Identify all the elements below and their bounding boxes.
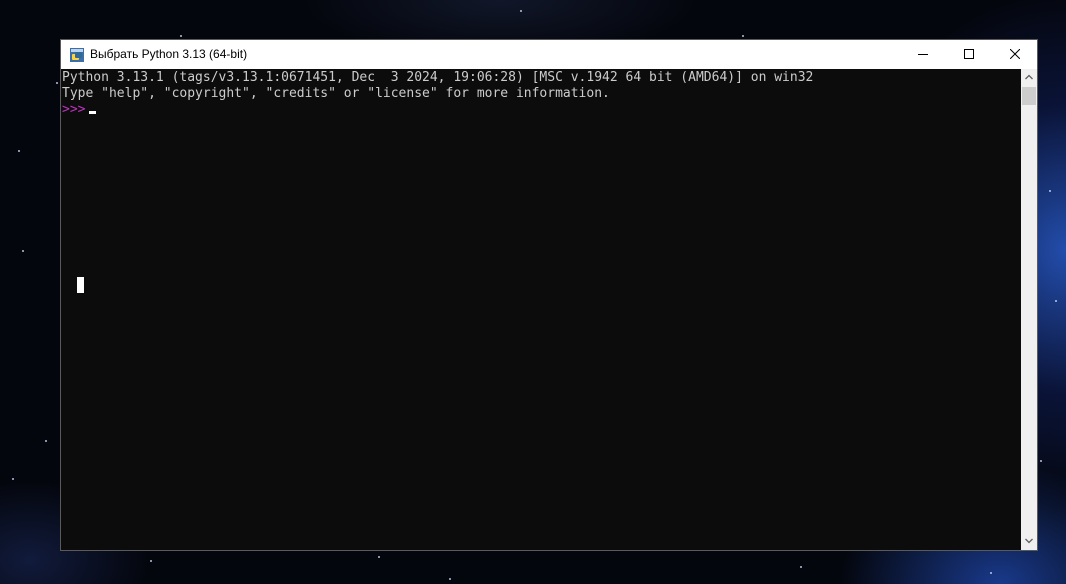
maximize-icon — [964, 49, 974, 59]
close-icon — [1010, 49, 1020, 59]
star — [150, 560, 152, 562]
star — [1049, 190, 1051, 192]
star — [56, 82, 58, 84]
console-output-area[interactable]: Python 3.13.1 (tags/v3.13.1:0671451, Dec… — [61, 69, 1021, 550]
scrollbar-thumb[interactable] — [1022, 87, 1036, 105]
repl-prompt: >>> — [62, 102, 86, 117]
scroll-down-button[interactable] — [1021, 533, 1037, 550]
chevron-up-icon — [1025, 74, 1033, 80]
vertical-scrollbar[interactable] — [1021, 69, 1037, 550]
console-prompt-line[interactable]: >>> — [62, 102, 97, 118]
maximize-button[interactable] — [946, 40, 992, 69]
star — [12, 478, 14, 480]
star — [800, 566, 802, 568]
scroll-up-button[interactable] — [1021, 69, 1037, 86]
star — [1040, 460, 1042, 462]
star — [45, 440, 47, 442]
minimize-button[interactable] — [900, 40, 946, 69]
star — [378, 556, 380, 558]
block-cursor — [77, 277, 84, 293]
text-cursor — [89, 111, 97, 114]
star — [449, 578, 451, 580]
star — [742, 35, 744, 37]
python-console-app-icon — [70, 47, 84, 62]
star — [180, 35, 182, 37]
star — [22, 250, 24, 252]
star — [18, 150, 20, 152]
console-banner-line: Python 3.13.1 (tags/v3.13.1:0671451, Dec… — [62, 70, 814, 85]
star — [520, 10, 522, 12]
chevron-down-icon — [1025, 538, 1033, 544]
python-console-window: Выбрать Python 3.13 (64-bit) Python 3.13… — [60, 39, 1038, 551]
close-button[interactable] — [992, 40, 1038, 69]
star — [1055, 300, 1057, 302]
window-title: Выбрать Python 3.13 (64-bit) — [90, 47, 248, 61]
console-help-line: Type "help", "copyright", "credits" or "… — [62, 86, 610, 101]
title-bar[interactable]: Выбрать Python 3.13 (64-bit) — [61, 40, 1037, 69]
minimize-icon — [918, 54, 928, 55]
star — [990, 572, 992, 574]
